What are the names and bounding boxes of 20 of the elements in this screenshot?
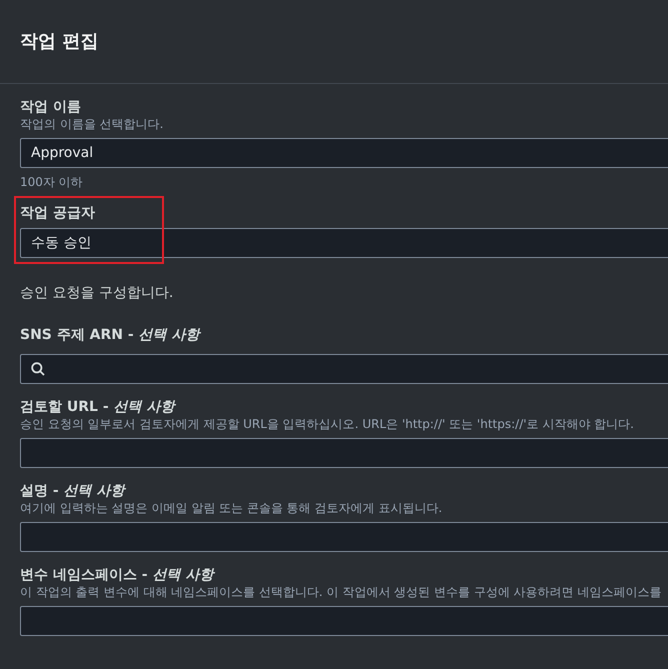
search-icon — [31, 362, 45, 376]
field-label: 검토할 URL - 선택 사항 — [20, 398, 178, 416]
field-label: 작업 공급자 — [20, 204, 96, 222]
field-label: SNS 주제 ARN - 선택 사항 — [20, 326, 202, 344]
section-note: 승인 요청을 구성합니다. — [20, 285, 174, 301]
field-label: 변수 네임스페이스 - 선택 사항 — [20, 566, 216, 584]
input-field[interactable] — [20, 438, 668, 468]
provider-select[interactable]: 수동 승인 — [20, 228, 668, 258]
field-description: 여기에 입력하는 설명은 이메일 알림 또는 콘솔을 통해 검토자에게 표시됩니다. — [20, 500, 444, 516]
input-field[interactable] — [20, 522, 668, 552]
search-field[interactable] — [20, 354, 668, 384]
input-field[interactable]: Approval — [20, 138, 668, 168]
field-label: 작업 이름 — [20, 98, 82, 116]
field-description: 작업의 이름을 선택합니다. — [20, 116, 164, 132]
field-hint: 100자 이하 — [20, 174, 84, 190]
field-description: 승인 요청의 일부로서 검토자에게 제공할 URL을 입력하십시오. URL은 'http://' 또는 'https://'로 시작해야 합니다. — [20, 416, 635, 432]
field-description: 이 작업의 출력 변수에 대해 네임스페이스를 선택합니다. 이 작업에서 생성된 변수를 구성에 사용하려면 네임스페이스를 — [20, 584, 662, 600]
dialog-title: 작업 편집 — [20, 30, 98, 54]
field-label: 설명 - 선택 사항 — [20, 482, 128, 500]
input-field[interactable] — [20, 606, 668, 636]
